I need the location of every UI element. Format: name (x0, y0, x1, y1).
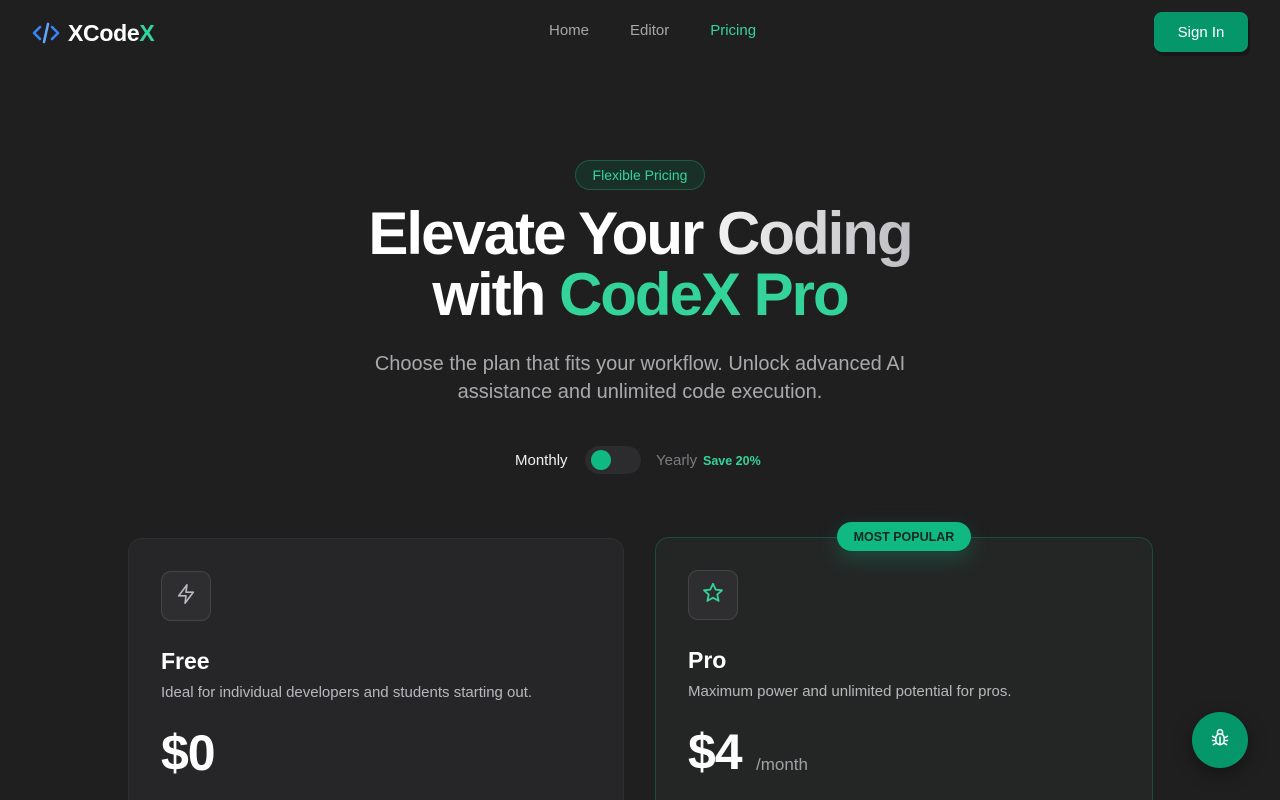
plan-card-free: Free Ideal for individual developers and… (128, 538, 624, 800)
flexible-pricing-badge: Flexible Pricing (575, 160, 705, 190)
nav-home[interactable]: Home (549, 22, 589, 39)
hero-subtitle: Choose the plan that fits your workflow.… (374, 353, 906, 403)
yearly-label[interactable]: Yearly (656, 452, 697, 469)
plan-icon-box (688, 570, 738, 620)
main-nav: Home Editor Pricing (549, 22, 756, 39)
bug-icon (1210, 728, 1230, 753)
lightning-icon (175, 583, 197, 610)
star-icon (701, 581, 725, 610)
plan-description: Maximum power and unlimited potential fo… (688, 683, 1012, 700)
billing-period-toggle[interactable] (585, 446, 641, 474)
plan-name: Pro (688, 647, 727, 673)
plan-period: /month (756, 755, 808, 774)
nav-pricing[interactable]: Pricing (710, 22, 756, 39)
save-badge: Save 20% (703, 454, 761, 468)
plan-price: $4 (688, 724, 743, 780)
plan-icon-box (161, 571, 211, 621)
plan-card-pro: Pro Maximum power and unlimited potentia… (655, 537, 1153, 800)
plan-name: Free (161, 648, 210, 674)
toggle-knob (591, 450, 611, 470)
top-header: XCodeX Home Editor Pricing Sign In (0, 0, 1280, 64)
logo[interactable]: XCodeX (32, 19, 155, 47)
sign-in-button[interactable]: Sign In (1154, 12, 1248, 52)
plan-description: Ideal for individual developers and stud… (161, 684, 533, 701)
report-bug-button[interactable] (1192, 712, 1248, 768)
nav-editor[interactable]: Editor (630, 22, 669, 39)
logo-text: XCodeX (68, 19, 155, 46)
plan-price: $0 (161, 725, 216, 781)
hero-title: Elevate Your Coding with CodeX Pro (368, 200, 913, 328)
billing-toggle-row: Monthly Yearly Save 20% (515, 446, 775, 474)
monthly-label[interactable]: Monthly (515, 452, 568, 469)
most-popular-badge: MOST POPULAR (837, 522, 971, 551)
code-icon (32, 21, 60, 45)
